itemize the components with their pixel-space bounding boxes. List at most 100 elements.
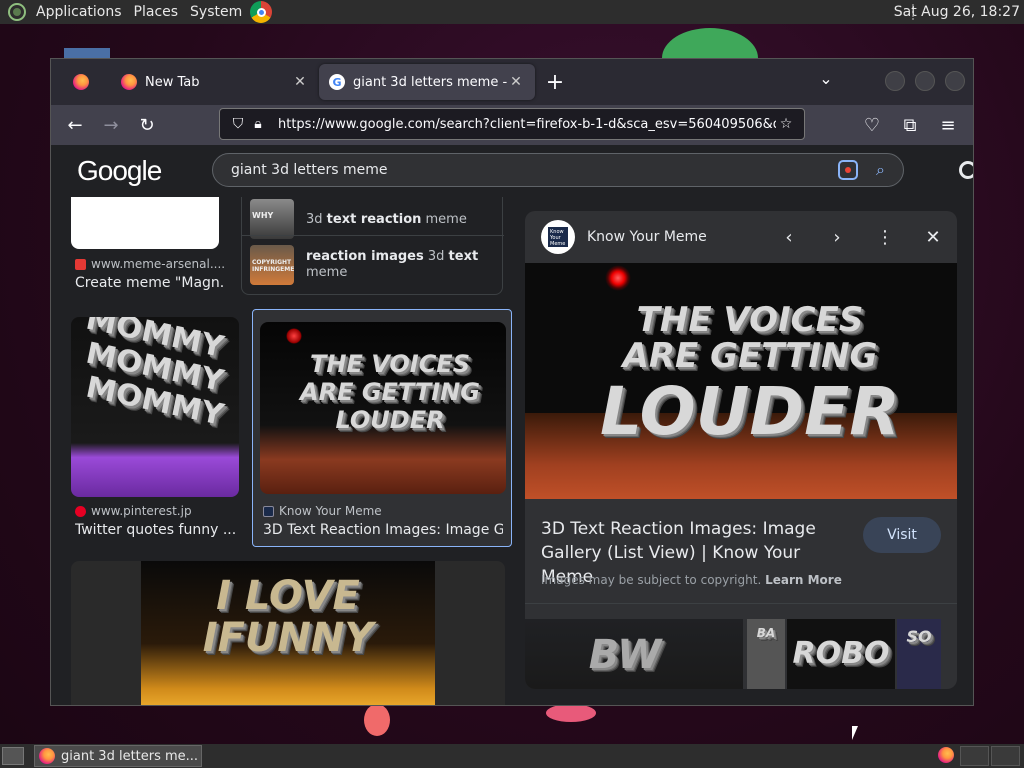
back-button[interactable]: ← — [57, 109, 93, 141]
preview-image[interactable]: THE VOICES ARE GETTING LOUDER ⌾ — [525, 263, 957, 499]
tab-new-tab[interactable]: New Tab ✕ — [111, 59, 319, 105]
tab-bar: New Tab ✕ G giant 3d letters meme - Goo … — [51, 59, 973, 105]
related-images-strip: BW BA ROBO SO — [525, 619, 957, 689]
tab-title: New Tab — [145, 74, 200, 90]
bottom-panel: giant 3d letters me... — [0, 744, 1024, 768]
search-input[interactable]: giant 3d letters meme ⌕ — [212, 153, 904, 187]
tab-google-search[interactable]: G giant 3d letters meme - Goo ✕ — [319, 64, 535, 100]
related-image[interactable]: SO — [897, 619, 941, 689]
extensions-icon[interactable]: ⧉ — [893, 109, 927, 141]
image-text-line: THE VOICES — [636, 300, 864, 340]
navigation-toolbar: ← → ↻ ⛉ 🔒︎ https://www.google.com/search… — [51, 105, 973, 145]
distro-logo-icon[interactable] — [8, 3, 26, 21]
result-source[interactable]: www.meme-arsenal.... — [75, 257, 225, 271]
list-all-tabs-button[interactable]: ⌄ — [811, 69, 841, 95]
divider — [525, 603, 957, 604]
workspace-1[interactable] — [960, 746, 989, 766]
url-text[interactable]: https://www.google.com/search?client=fir… — [278, 117, 776, 132]
result-image-3[interactable]: THE VOICES ARE GETTING LOUDER — [260, 322, 506, 494]
applications-menu[interactable]: Applications — [30, 0, 128, 24]
shield-icon[interactable]: ⛉ — [228, 116, 248, 132]
reload-button[interactable]: ↻ — [129, 109, 165, 141]
close-tab-icon[interactable]: ✕ — [291, 74, 309, 90]
related-image[interactable]: BW — [525, 619, 743, 689]
workspace-switcher — [960, 746, 1020, 766]
clock[interactable]: Sat Aug 26, 18:27 — [894, 0, 1020, 24]
image-text: BW — [588, 632, 662, 678]
places-menu[interactable]: Places — [128, 0, 185, 24]
related-image[interactable]: BA — [747, 619, 785, 689]
window-controls — [885, 71, 965, 91]
red-light — [286, 328, 302, 344]
menu-icon[interactable]: ≡ — [931, 109, 965, 141]
firefox-tray-icon[interactable] — [938, 747, 954, 763]
minimize-button[interactable] — [885, 71, 905, 91]
result-image-4[interactable]: I LOVE IFUNNY — [71, 561, 505, 705]
close-icon[interactable]: ✕ — [909, 227, 957, 248]
image-text: SO — [906, 627, 932, 646]
search-query[interactable]: giant 3d letters meme — [231, 162, 838, 178]
close-tab-icon[interactable]: ✕ — [507, 74, 525, 90]
result-source[interactable]: www.pinterest.jp — [75, 504, 192, 518]
source-label: www.pinterest.jp — [91, 504, 192, 518]
image-text: THE VOICES ARE GETTING LOUDER — [300, 350, 480, 434]
tab-pinned-firefox[interactable] — [51, 59, 111, 105]
system-menu[interactable]: System — [184, 0, 248, 24]
google-icon: G — [329, 74, 345, 90]
google-lens-icon[interactable] — [838, 160, 859, 180]
image-preview-panel: Know Your Meme Know Your Meme ‹ › ⋮ ✕ TH… — [525, 211, 957, 689]
google-images-page: www.meme-arsenal.... Create meme "Magn..… — [51, 145, 973, 705]
result-caption[interactable]: Create meme "Magn... — [75, 275, 225, 291]
maximize-button[interactable] — [915, 71, 935, 91]
related-search-item[interactable]: COPYRIGHT INFRINGEMENT reaction images 3… — [250, 243, 500, 287]
related-thumbnail: WHY — [250, 199, 294, 239]
google-logo[interactable]: Google — [77, 155, 162, 187]
learn-more-link[interactable]: Learn More — [765, 573, 842, 587]
taskbar-window-firefox[interactable]: giant 3d letters me... — [34, 745, 202, 767]
desktop-decoration — [364, 704, 390, 736]
close-window-button[interactable] — [945, 71, 965, 91]
image-text: I LOVE IFUNNY — [202, 573, 374, 661]
workspace-2[interactable] — [991, 746, 1020, 766]
settings-gear-icon[interactable] — [959, 161, 973, 179]
image-text: ROBO — [792, 636, 890, 671]
image-text-line: LOUDER — [599, 373, 901, 450]
pinterest-icon — [75, 505, 86, 517]
image-text: MOMMY MOMMY MOMMY — [86, 317, 224, 434]
lock-icon[interactable]: 🔒︎ — [248, 116, 268, 132]
taskbar-label: giant 3d letters me... — [61, 748, 199, 764]
next-icon[interactable]: › — [813, 227, 861, 248]
firefox-icon — [39, 748, 55, 764]
site-logo[interactable]: Know Your Meme — [541, 220, 575, 254]
copyright-notice: Images may be subject to copyright. Lear… — [541, 573, 842, 587]
forward-button[interactable]: → — [93, 109, 129, 141]
related-thumbnail: COPYRIGHT INFRINGEMENT — [250, 245, 294, 285]
firefox-icon — [73, 74, 89, 90]
desktop-icon[interactable] — [64, 48, 110, 58]
new-tab-button[interactable]: + — [535, 70, 575, 95]
red-light — [605, 265, 631, 291]
previous-icon[interactable]: ‹ — [765, 227, 813, 248]
url-bar[interactable]: ⛉ 🔒︎ https://www.google.com/search?clien… — [219, 108, 805, 140]
bookmark-star-icon[interactable]: ☆ — [776, 116, 796, 132]
result-image-2[interactable]: MOMMY MOMMY MOMMY — [71, 317, 239, 497]
knowyourmeme-icon — [263, 505, 274, 517]
tab-title: giant 3d letters meme - Goo — [353, 74, 507, 90]
chrome-launcher-icon[interactable] — [250, 1, 273, 23]
visit-button[interactable]: Visit — [863, 517, 941, 553]
pocket-icon[interactable]: ♡ — [855, 109, 889, 141]
site-name[interactable]: Know Your Meme — [587, 229, 765, 245]
more-options-icon[interactable]: ⋮ — [861, 227, 909, 248]
desktop-decoration — [546, 704, 596, 722]
google-header: Google giant 3d letters meme ⌕ — [51, 145, 973, 197]
divider — [242, 235, 504, 236]
result-source[interactable]: Know Your Meme — [263, 504, 382, 518]
result-caption[interactable]: Twitter quotes funny ... — [75, 522, 235, 538]
selected-result-card[interactable]: THE VOICES ARE GETTING LOUDER Know Your … — [252, 309, 512, 547]
show-desktop-button[interactable] — [2, 747, 24, 765]
related-image[interactable]: ROBO — [787, 619, 895, 689]
result-caption[interactable]: 3D Text Reaction Images: Image G... — [263, 522, 503, 538]
source-label: Know Your Meme — [279, 504, 382, 518]
search-icon[interactable]: ⌕ — [876, 160, 885, 180]
image-content: I LOVE IFUNNY — [141, 561, 435, 705]
